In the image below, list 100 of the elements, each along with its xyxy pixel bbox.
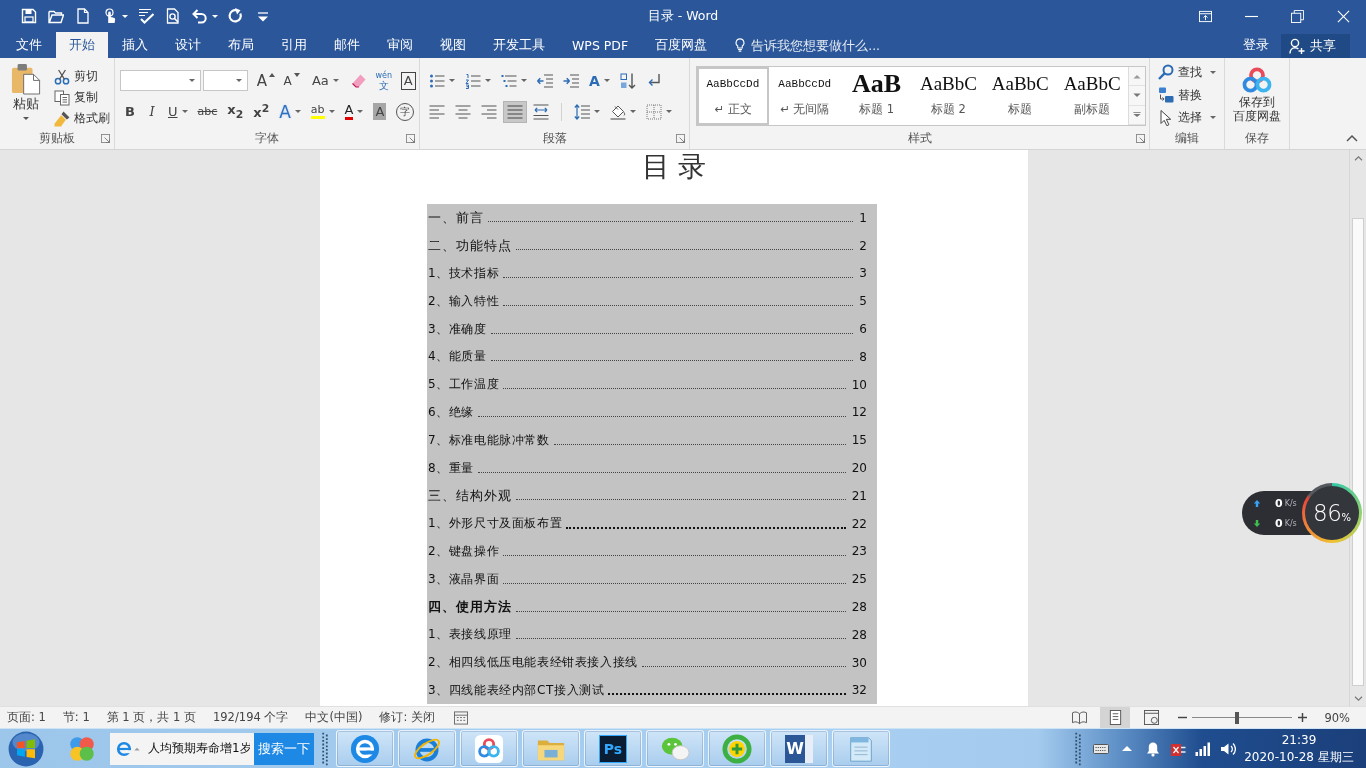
ribbon-tab[interactable]: 插入 [109, 32, 161, 58]
dialog-launcher-icon[interactable] [406, 133, 415, 143]
caret-icon[interactable] [666, 110, 672, 113]
zoom-in-button[interactable] [1296, 710, 1309, 725]
strikethrough-button[interactable]: abc [193, 100, 222, 123]
ribbon-tab[interactable]: 邮件 [321, 32, 373, 58]
ribbon-tab[interactable]: 设计 [162, 32, 214, 58]
dialog-launcher-icon[interactable] [1136, 133, 1145, 143]
subscript-button[interactable]: x$_{2}$ [223, 100, 248, 123]
caret-icon[interactable] [485, 79, 491, 82]
speaker-icon[interactable] [1220, 740, 1236, 757]
ribbon-tab[interactable]: 引用 [268, 32, 320, 58]
status-text[interactable]: 中文(中国) [305, 710, 363, 725]
caret-icon[interactable] [603, 79, 610, 82]
status-text[interactable]: 节: 1 [62, 710, 90, 725]
character-shading-button[interactable]: A [369, 100, 391, 123]
status-text[interactable]: 第 1 页，共 1 页 [106, 710, 196, 725]
zoom-level-text[interactable]: 90% [1324, 710, 1350, 725]
status-text[interactable]: 页面: 1 [7, 710, 46, 725]
dialog-launcher-icon[interactable] [101, 133, 110, 143]
font-color-button[interactable]: A [340, 100, 368, 123]
search-button[interactable]: 搜索一下 [254, 732, 314, 765]
speed-value: 0 [1275, 516, 1283, 530]
shrink-font-button[interactable]: A [280, 69, 304, 92]
dialog-launcher-icon[interactable] [676, 133, 685, 143]
caret-icon[interactable] [189, 79, 196, 82]
caret-icon[interactable] [332, 79, 339, 82]
chevron-down-icon [1353, 694, 1363, 702]
text-effects-button[interactable]: A [275, 100, 305, 123]
page-magnifier-icon [164, 8, 181, 24]
caret-icon[interactable] [521, 79, 527, 82]
signal-bars-icon[interactable] [1195, 740, 1211, 757]
share-button[interactable]: 共享 [1281, 34, 1350, 58]
caret-icon[interactable] [1210, 70, 1216, 74]
caret-icon[interactable] [235, 79, 242, 82]
bell-icon[interactable] [1145, 740, 1161, 757]
select-button[interactable]: 选择 [1156, 106, 1224, 129]
show-hidden-icons-icon[interactable] [1122, 745, 1132, 752]
highlight-button[interactable]: ab [306, 100, 339, 123]
sign-in-link[interactable]: 登录 [1231, 32, 1281, 58]
caret-icon[interactable] [294, 110, 301, 113]
paste-button[interactable]: 粘贴 [8, 63, 44, 129]
justify-button[interactable] [503, 100, 527, 123]
change-case-button[interactable]: Aa [309, 69, 342, 92]
scrollbar-thumb[interactable] [1352, 218, 1364, 686]
find-button[interactable]: 查找 [1156, 61, 1224, 84]
caret-icon[interactable] [630, 110, 636, 113]
asian-layout-button[interactable]: A [585, 69, 614, 92]
save-to-cloud-button[interactable]: 保存到 百度网盘 [1233, 67, 1281, 129]
caret-icon[interactable] [181, 110, 188, 113]
search-field[interactable]: 人均预期寿命增1岁 [146, 732, 254, 765]
italic-button[interactable]: I [142, 100, 162, 123]
ribbon-tab[interactable]: 百度网盘 [642, 32, 721, 58]
superscript-button[interactable]: x$^{2}$ [249, 100, 274, 123]
taskbar-app-button[interactable]: W [770, 730, 828, 767]
gallery-more-button[interactable] [1129, 105, 1146, 125]
caret-icon[interactable] [594, 110, 600, 113]
caret-icon[interactable] [122, 14, 128, 18]
zoom-slider-thumb[interactable] [1235, 711, 1240, 724]
search-engine-button[interactable] [110, 732, 146, 765]
group-label: 字体 [255, 129, 279, 147]
caret-icon[interactable] [23, 117, 29, 120]
font-size-field[interactable] [203, 70, 248, 91]
ribbon-tab[interactable]: 开发工具 [480, 32, 558, 58]
caret-icon[interactable] [212, 14, 218, 18]
toc-entry-title: 7、标准电能脉冲常数 [428, 431, 550, 449]
print-layout-button[interactable] [1100, 707, 1131, 728]
font-name-field[interactable] [120, 70, 202, 91]
taskbar-app-button[interactable]: Ps [584, 730, 642, 767]
grow-font-button[interactable]: A [253, 69, 279, 92]
toc-entry-title: 3、准确度 [428, 320, 487, 338]
ribbon-tab[interactable]: 审阅 [374, 32, 426, 58]
underline-button[interactable]: U [164, 100, 192, 123]
caret-icon[interactable] [1210, 116, 1216, 120]
drag-handle[interactable] [322, 730, 328, 767]
taskbar-app-button[interactable] [708, 730, 766, 767]
status-text[interactable]: 修订: 关闭 [379, 710, 435, 725]
style-item[interactable]: AaBbCcDd ↵ 正文 [697, 67, 769, 125]
cut-button[interactable]: 剪切 [52, 66, 112, 87]
replace-button[interactable]: 替换 [1156, 83, 1224, 107]
bold-button[interactable]: B [120, 100, 140, 123]
taskbar-app-button[interactable] [336, 730, 394, 767]
ribbon-tab[interactable]: 文件 [3, 32, 55, 58]
clock-button[interactable]: 21:39 2020-10-28 星期三 [1236, 731, 1362, 766]
drag-handle[interactable] [1075, 730, 1081, 767]
taskbar-app-button[interactable] [398, 730, 456, 767]
caret-icon[interactable] [357, 110, 364, 113]
ribbon-tab[interactable]: 视图 [427, 32, 479, 58]
tell-me-field[interactable]: 告诉我您想要做什么... [733, 32, 884, 58]
ribbon-tab[interactable]: 布局 [215, 32, 267, 58]
caret-icon[interactable] [449, 79, 455, 82]
format-painter-button[interactable]: 格式刷 [52, 108, 112, 129]
copy-button[interactable]: 复制 [52, 87, 112, 108]
macro-record-icon[interactable] [453, 710, 468, 725]
caret-icon[interactable] [328, 110, 335, 113]
status-text[interactable]: 192/194 个字 [213, 710, 289, 725]
ribbon-tab[interactable]: WPS PDF [559, 32, 642, 58]
phonetic-guide-button[interactable]: wén 文 [372, 69, 396, 92]
taskbar-app-button[interactable] [460, 730, 518, 767]
ribbon-tab[interactable]: 开始 [56, 32, 108, 58]
